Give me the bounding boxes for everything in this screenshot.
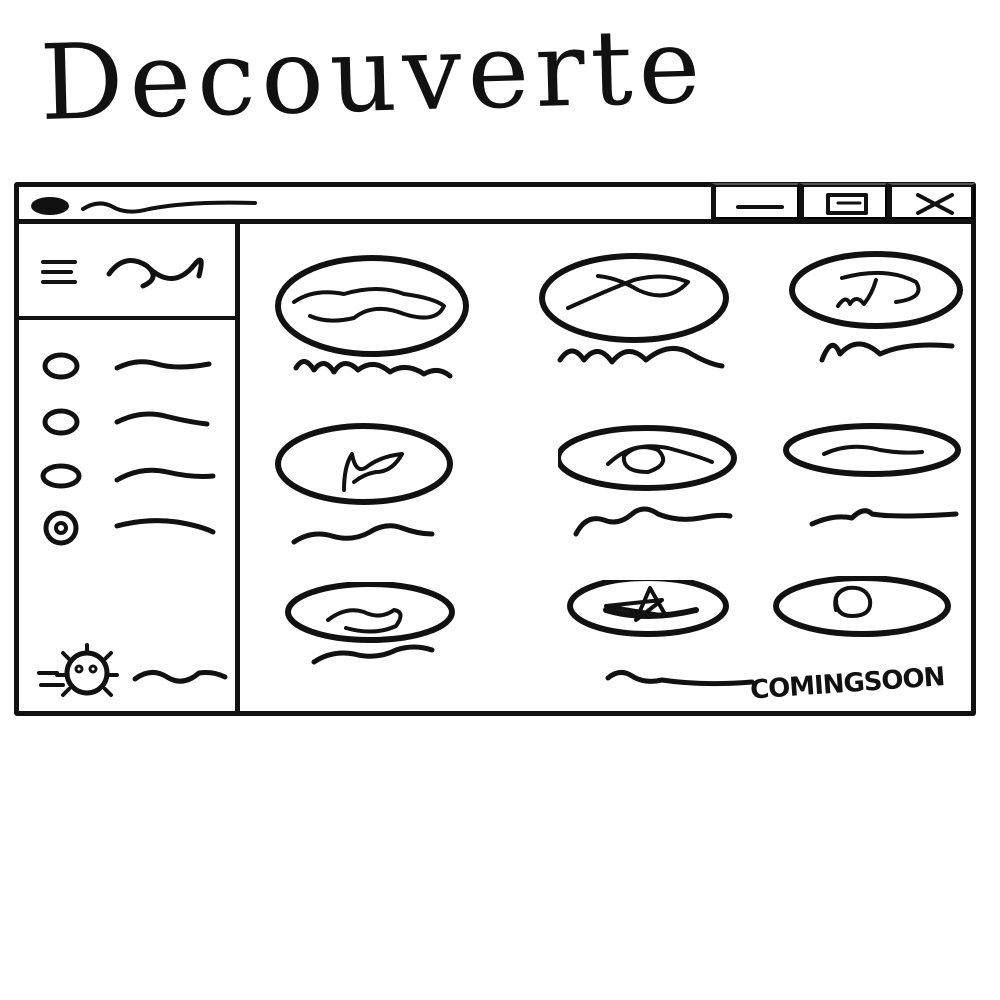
oval-thumbnail <box>567 580 729 637</box>
sidebar-item-2[interactable] <box>37 400 227 444</box>
oval-thumbnail <box>773 576 951 637</box>
close-button[interactable] <box>887 183 975 219</box>
oval-thumbnail <box>275 255 469 379</box>
close-icon <box>916 193 954 215</box>
grid-card-9[interactable] <box>762 576 962 726</box>
maximize-button[interactable] <box>799 183 887 219</box>
maximize-icon <box>826 193 868 215</box>
grid-card-5[interactable] <box>558 420 758 570</box>
user-profile[interactable] <box>33 643 229 705</box>
sidebar-title-scribble <box>106 257 204 289</box>
grid-card-8[interactable] <box>566 580 766 730</box>
menu-button[interactable] <box>41 258 79 286</box>
avatar-icon <box>37 643 228 697</box>
oval-thumbnail <box>783 423 961 527</box>
sidebar-item-1[interactable] <box>37 344 227 388</box>
sidebar-item-3[interactable] <box>37 454 227 498</box>
page-title: Decouverte <box>38 4 708 144</box>
oval-thumbnail <box>275 423 453 545</box>
grid-card-2[interactable] <box>538 242 738 392</box>
grid-card-7[interactable] <box>284 582 484 732</box>
coming-soon-caption-scribble <box>605 670 755 687</box>
oval-thumbnail <box>558 425 737 537</box>
sidebar-item-4[interactable] <box>37 506 227 550</box>
content-grid: COMINGSOON <box>240 224 971 711</box>
hamburger-icon <box>41 260 77 284</box>
minimize-button[interactable] <box>711 183 799 219</box>
circle-icon <box>42 352 212 380</box>
grid-card-1[interactable] <box>274 244 474 394</box>
sidebar-header <box>19 224 235 320</box>
grid-card-3[interactable] <box>776 238 976 388</box>
grid-card-6[interactable] <box>768 422 968 572</box>
circle-icon <box>40 463 216 489</box>
window-title-scribble <box>81 200 257 214</box>
grid-card-4[interactable] <box>272 410 472 560</box>
minimize-icon <box>736 205 784 209</box>
app-icon <box>31 197 69 215</box>
circle-icon <box>42 408 210 436</box>
title-bar <box>19 183 975 224</box>
app-window: COMINGSOON <box>14 182 976 716</box>
sidebar <box>19 224 240 711</box>
oval-thumbnail <box>539 253 729 369</box>
circle-icon <box>43 510 216 546</box>
oval-thumbnail <box>285 582 455 665</box>
oval-thumbnail <box>789 251 963 363</box>
